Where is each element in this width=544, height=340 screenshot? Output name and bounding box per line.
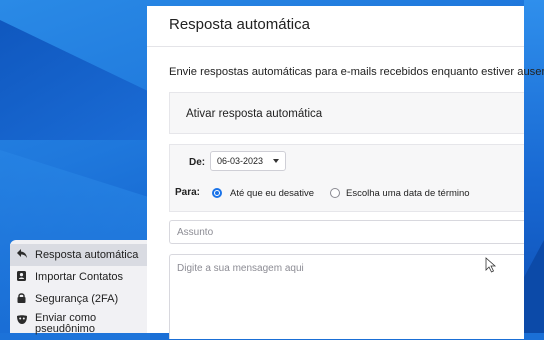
chevron-down-icon (273, 159, 279, 163)
radio-end-date[interactable] (330, 188, 340, 198)
radio-end-date-label[interactable]: Escolha uma data de término (346, 188, 470, 199)
page-title: Resposta automática (169, 16, 310, 33)
sidebar-item-label: Enviar como pseudônimo (35, 312, 97, 335)
reply-icon (10, 249, 35, 261)
mask-icon (10, 313, 35, 327)
settings-sidebar: Resposta automática Importar Contatos Se… (10, 240, 147, 335)
start-date-select[interactable]: 06-03-2023 (210, 151, 286, 171)
sidebar-item-import-contacts[interactable]: Importar Contatos (10, 266, 147, 288)
lock-icon (10, 292, 35, 306)
sidebar-item-send-as-alias[interactable]: Enviar como pseudônimo (10, 310, 147, 335)
page-description: Envie respostas automáticas para e-mails… (169, 66, 544, 78)
sidebar-item-label: Resposta automática (35, 248, 139, 261)
radio-until-disabled[interactable] (212, 188, 222, 198)
sidebar-item-auto-reply[interactable]: Resposta automática (10, 244, 147, 266)
sidebar-item-security[interactable]: Segurança (2FA) (10, 288, 147, 310)
start-date-value: 06-03-2023 (217, 156, 264, 166)
divider (147, 46, 524, 47)
message-placeholder: Digite a sua mensagem aqui (177, 263, 304, 274)
schedule-section: De: 06-03-2023 Para: Até que eu desative… (169, 144, 524, 212)
radio-until-disabled-label[interactable]: Até que eu desative (230, 188, 314, 199)
auto-reply-panel: Resposta automática Envie respostas auto… (147, 6, 544, 339)
message-textarea[interactable]: Digite a sua mensagem aqui (169, 254, 524, 339)
subject-input[interactable]: Assunto (169, 220, 524, 244)
until-label: Para: (175, 187, 201, 198)
subject-placeholder: Assunto (177, 227, 214, 238)
auto-reply-toggle-label: Ativar resposta automática (186, 108, 323, 120)
sidebar-item-label: Importar Contatos (35, 270, 124, 283)
auto-reply-toggle-row[interactable]: Ativar resposta automática (169, 92, 524, 134)
from-label: De: (189, 157, 206, 168)
mouse-cursor-icon (485, 257, 497, 273)
contact-import-icon (10, 270, 35, 284)
sidebar-item-label: Segurança (2FA) (35, 292, 119, 305)
